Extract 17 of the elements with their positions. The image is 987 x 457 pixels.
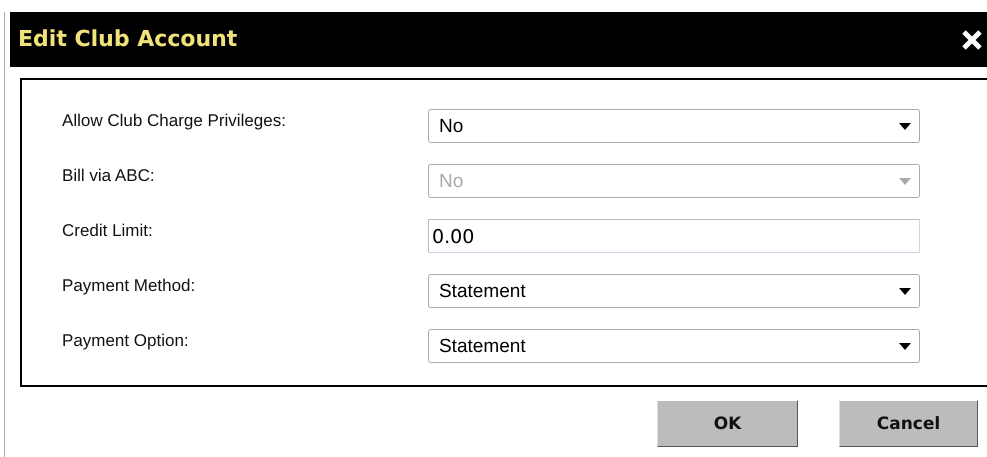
dropdown[interactable]: No [428,108,920,142]
caret-icon [899,123,911,130]
field-label: Credit Limit: [61,220,154,240]
caret-icon [899,343,911,350]
field-label: Allow Club Charge Privileges: [61,110,287,130]
caret-icon [899,288,911,295]
input-field[interactable]: 0.00 [428,218,920,252]
field-label: Payment Method: [61,276,196,296]
dropdown[interactable]: Statement [428,274,920,308]
window-title: Edit Club Account [18,27,238,52]
close-icon[interactable] [961,28,983,50]
dropdown[interactable]: Statement [428,328,920,362]
caret-icon [899,178,911,185]
field-label: Payment Option: [61,330,190,350]
field-label: Bill via ABC: [61,166,156,186]
ok-button[interactable]: OK [657,400,798,447]
cancel-button[interactable]: Cancel [839,400,978,447]
